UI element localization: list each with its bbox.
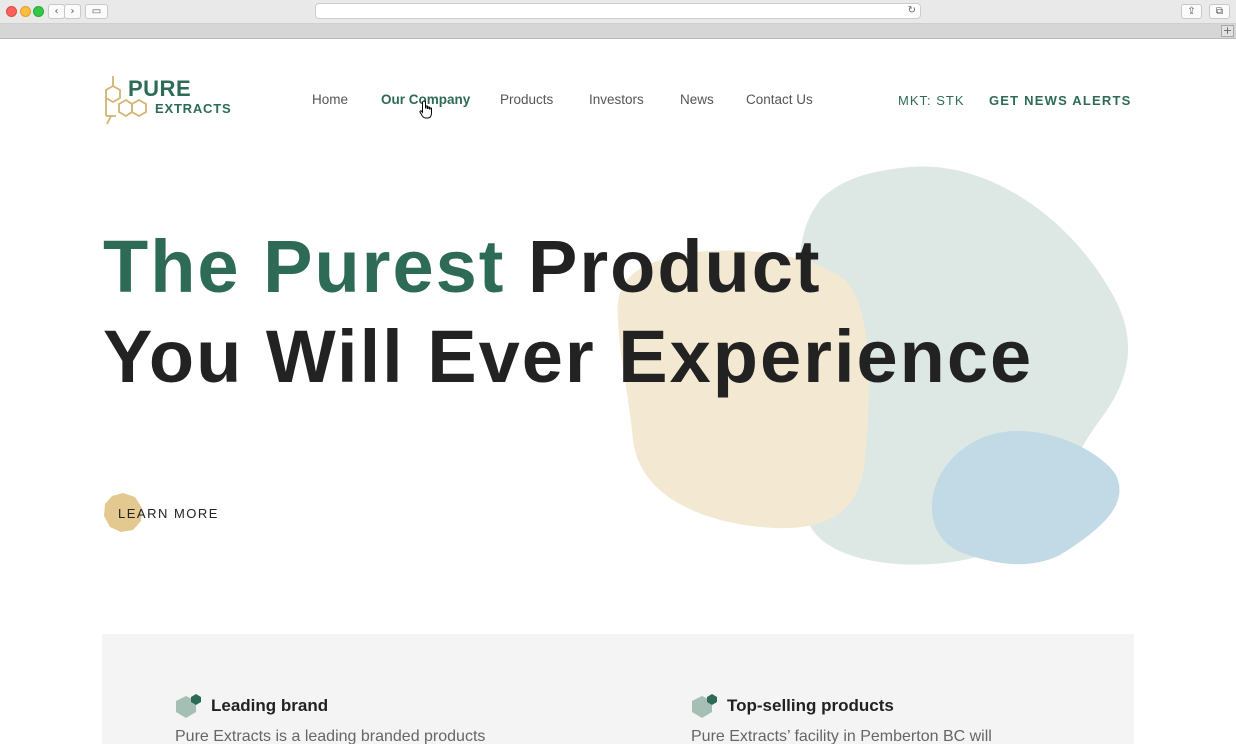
chevron-left-icon: ‹: [54, 6, 59, 17]
show-tabs-button[interactable]: ⧉: [1209, 4, 1230, 19]
new-tab-button[interactable]: +: [1221, 25, 1234, 37]
nav-news[interactable]: News: [680, 92, 714, 107]
sidebar-toggle-button[interactable]: ▭: [85, 4, 108, 19]
forward-button[interactable]: ›: [64, 4, 81, 19]
features-panel: Leading brand Pure Extracts is a leading…: [102, 634, 1134, 744]
nav-investors[interactable]: Investors: [589, 92, 644, 107]
close-window-button[interactable]: [6, 6, 17, 17]
reload-icon[interactable]: ↻: [908, 4, 916, 18]
chevron-right-icon: ›: [70, 6, 75, 17]
logo-wordmark-pure: PURE: [128, 76, 192, 101]
hexagon-icon: [692, 694, 717, 718]
tab-bar: +: [0, 24, 1236, 39]
nav-contact-us[interactable]: Contact Us: [746, 92, 813, 107]
share-icon: ⇪: [1187, 6, 1196, 17]
nav-home[interactable]: Home: [312, 92, 348, 107]
nav-products[interactable]: Products: [500, 92, 553, 107]
logo[interactable]: PURE EXTRACTS: [102, 74, 232, 126]
news-alerts-link[interactable]: GET NEWS ALERTS: [989, 93, 1131, 108]
tabs-icon: ⧉: [1215, 6, 1224, 17]
back-button[interactable]: ‹: [48, 4, 65, 19]
hexagon-icon: [176, 694, 201, 718]
browser-toolbar: ‹ › ▭ ↻ ⇪ ⧉: [0, 0, 1236, 24]
logo-wordmark-extracts: EXTRACTS: [155, 101, 232, 116]
hand-pointer-cursor-icon: [419, 100, 432, 119]
zoom-window-button[interactable]: [33, 6, 44, 17]
feature-text: Pure Extracts’ facility in Pemberton BC …: [691, 728, 992, 744]
minimize-window-button[interactable]: [20, 6, 31, 17]
share-button[interactable]: ⇪: [1181, 4, 1202, 19]
learn-more-label: LEARN MORE: [118, 506, 219, 521]
sidebar-icon: ▭: [91, 6, 102, 17]
feature-title: Leading brand: [211, 696, 329, 715]
hero-headline: The Purest Product You Will Ever Experie…: [103, 222, 1033, 402]
market-ticker-link[interactable]: MKT: STK: [898, 93, 965, 108]
hero-headline-highlight: The Purest: [103, 225, 506, 308]
plus-icon: +: [1222, 24, 1233, 37]
hero-headline-line1-rest: Product: [505, 225, 822, 308]
feature-title: Top-selling products: [727, 696, 894, 715]
hero-headline-line2: You Will Ever Experience: [103, 315, 1034, 398]
address-bar[interactable]: ↻: [315, 3, 921, 19]
feature-text: Pure Extracts is a leading branded produ…: [175, 728, 486, 744]
